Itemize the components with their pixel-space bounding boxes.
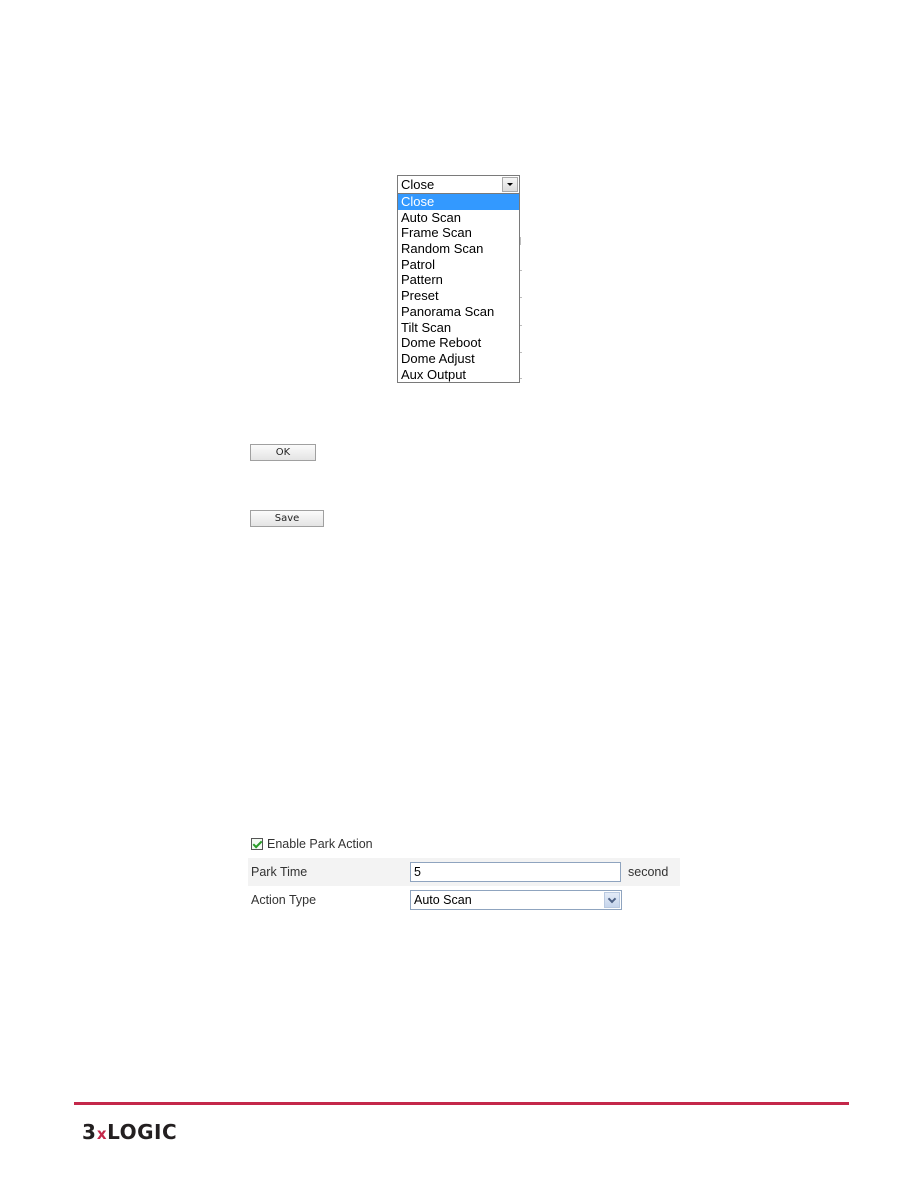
dropdown-option-close[interactable]: Close bbox=[398, 194, 519, 210]
dropdown-option-panorama-scan[interactable]: Panorama Scan bbox=[398, 304, 519, 320]
dropdown-option-patrol[interactable]: Patrol bbox=[398, 257, 519, 273]
dropdown-option-preset[interactable]: Preset bbox=[398, 288, 519, 304]
dropdown-option-pattern[interactable]: Pattern bbox=[398, 272, 519, 288]
dropdown-option-random-scan[interactable]: Random Scan bbox=[398, 241, 519, 257]
action-type-select[interactable]: Close bbox=[397, 175, 520, 194]
footer-divider bbox=[74, 1102, 849, 1105]
underlying-form-edge bbox=[520, 297, 522, 298]
company-logo: 3xLOGIC bbox=[82, 1120, 177, 1146]
enable-park-action-row: Enable Park Action bbox=[248, 834, 680, 854]
dropdown-option-dome-reboot[interactable]: Dome Reboot bbox=[398, 335, 519, 351]
action-type-select-box[interactable]: Auto Scan bbox=[410, 890, 622, 910]
underlying-form-edge bbox=[520, 352, 522, 353]
underlying-form-edge bbox=[520, 378, 522, 379]
dropdown-option-tilt-scan[interactable]: Tilt Scan bbox=[398, 320, 519, 336]
underlying-form-edge bbox=[520, 325, 522, 326]
park-time-label: Park Time bbox=[251, 865, 308, 879]
logo-part-logic: LOGIC bbox=[107, 1120, 178, 1144]
underlying-form-edge bbox=[520, 237, 521, 245]
park-time-row: Park Time 5 second bbox=[248, 858, 680, 886]
action-type-row: Action Type Auto Scan bbox=[248, 886, 680, 914]
park-action-form: Enable Park Action Park Time 5 second Ac… bbox=[248, 834, 680, 914]
action-type-value: Auto Scan bbox=[414, 893, 472, 907]
dropdown-option-aux-output[interactable]: Aux Output bbox=[398, 367, 519, 383]
dropdown-option-auto-scan[interactable]: Auto Scan bbox=[398, 210, 519, 226]
save-button[interactable]: Save bbox=[250, 510, 324, 527]
park-time-unit: second bbox=[628, 865, 669, 879]
logo-part-x: x bbox=[96, 1125, 107, 1143]
ok-button[interactable]: OK bbox=[250, 444, 316, 461]
chevron-down-icon[interactable] bbox=[604, 892, 620, 908]
action-type-label: Action Type bbox=[251, 893, 317, 907]
dropdown-option-frame-scan[interactable]: Frame Scan bbox=[398, 225, 519, 241]
dropdown-option-dome-adjust[interactable]: Dome Adjust bbox=[398, 351, 519, 367]
enable-park-action-checkbox[interactable] bbox=[251, 838, 263, 850]
select-current-value: Close bbox=[401, 177, 435, 192]
logo-part-3: 3 bbox=[82, 1120, 97, 1144]
underlying-form-edge bbox=[520, 270, 522, 271]
action-type-dropdown-open: Close Close Auto Scan Frame Scan Random … bbox=[397, 175, 520, 384]
dropdown-arrow-icon[interactable] bbox=[502, 177, 518, 192]
enable-park-action-label: Enable Park Action bbox=[267, 837, 373, 851]
park-time-input[interactable]: 5 bbox=[410, 862, 621, 882]
dropdown-options-list: Close Auto Scan Frame Scan Random Scan P… bbox=[397, 194, 520, 384]
